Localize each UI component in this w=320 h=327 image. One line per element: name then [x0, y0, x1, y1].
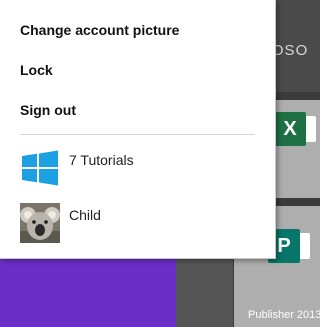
purple-tile[interactable]	[0, 255, 176, 327]
account-name: 7 Tutorials	[69, 152, 134, 168]
account-name: Child	[69, 207, 101, 223]
windows-logo-icon	[20, 148, 60, 188]
koala-avatar	[20, 203, 60, 243]
change-account-picture-item[interactable]: Change account picture	[20, 22, 179, 38]
account-item-child[interactable]: Child	[20, 203, 260, 245]
account-item-7-tutorials[interactable]: 7 Tutorials	[20, 148, 260, 190]
tile-publisher-label: Publisher 2013	[248, 309, 320, 321]
lock-item[interactable]: Lock	[20, 62, 53, 78]
excel-icon: X	[274, 112, 316, 146]
gray-tile[interactable]	[176, 250, 233, 327]
sign-out-item[interactable]: Sign out	[20, 102, 76, 118]
account-menu: Change account picture Lock Sign out 7 T…	[0, 0, 276, 259]
menu-divider	[20, 134, 255, 135]
